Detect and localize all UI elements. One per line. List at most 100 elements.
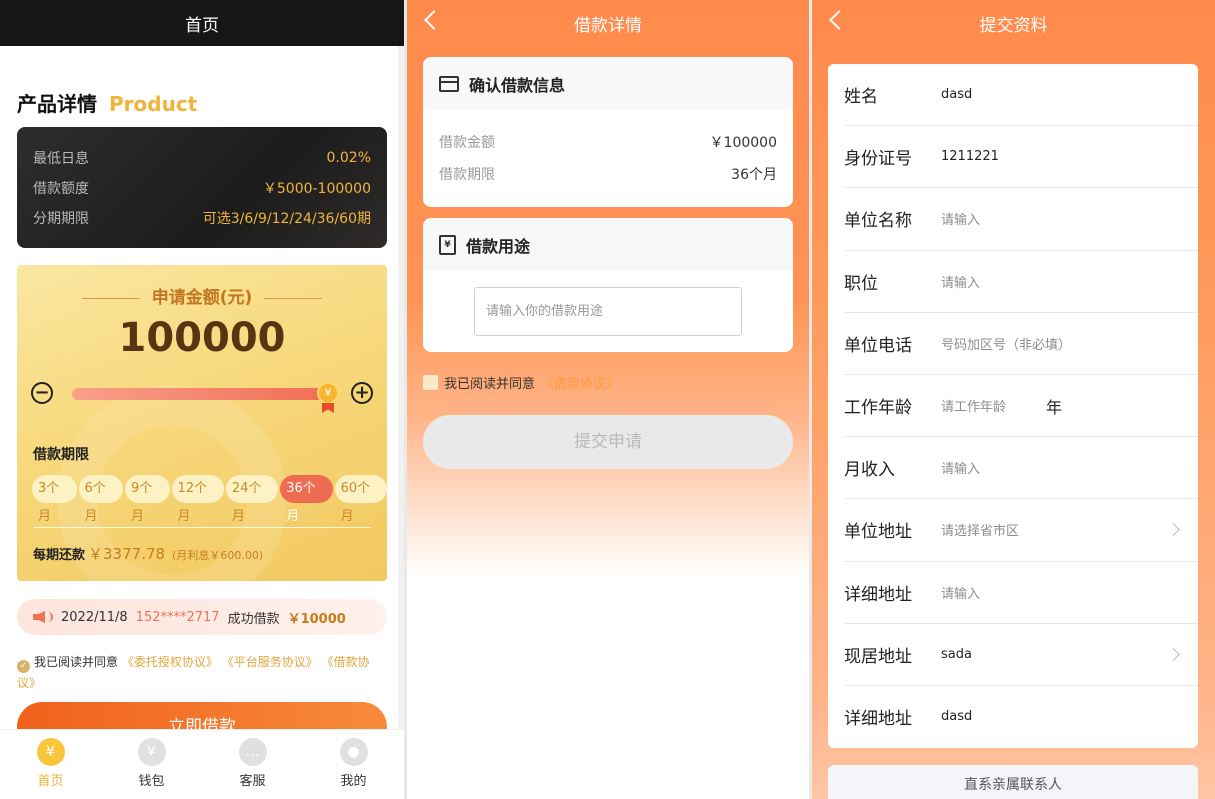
notice-date: 2022/11/8 bbox=[61, 609, 128, 625]
term-option-60[interactable]: 60个月 bbox=[334, 475, 387, 524]
loan-agreement-line: 我已阅读并同意 《借款协议》 bbox=[423, 373, 619, 392]
agreement-checkbox[interactable]: ✓ bbox=[17, 660, 30, 673]
home-coin-icon: ¥ bbox=[36, 738, 65, 766]
back-icon[interactable] bbox=[424, 10, 444, 30]
form-row-id-number[interactable]: 身份证号 1211221 bbox=[844, 126, 1198, 189]
divider bbox=[33, 527, 371, 528]
rate-row: 分期期限 可选3/6/9/12/24/36/60期 bbox=[33, 203, 371, 233]
form-row-company-detail-address[interactable]: 详细地址 请输入 bbox=[844, 562, 1198, 624]
chat-icon: … bbox=[238, 738, 267, 766]
form-row-current-detail-address[interactable]: 详细地址 dasd bbox=[844, 686, 1198, 748]
company-address-input[interactable]: 请选择省市区 bbox=[941, 520, 1019, 539]
submit-application-button[interactable]: 提交申请 bbox=[423, 415, 793, 469]
title-line bbox=[81, 297, 140, 299]
confirm-loan-card: 确认借款信息 借款金额 ￥100000 借款期限 36个月 bbox=[423, 57, 793, 207]
repayment-value: ￥3377.78 bbox=[88, 545, 166, 563]
field-label: 详细地址 bbox=[844, 709, 912, 730]
job-title-input[interactable]: 请输入 bbox=[941, 272, 980, 291]
service-agreement-link[interactable]: 《平台服务协议》 bbox=[222, 655, 318, 669]
amount-slider-knob[interactable]: ¥ bbox=[317, 382, 339, 404]
tab-wallet[interactable]: ¥ 钱包 bbox=[101, 730, 202, 799]
field-label: 单位名称 bbox=[844, 211, 912, 232]
repayment-label: 每期还款 bbox=[33, 548, 86, 563]
loan-purpose-title: 借款用途 bbox=[466, 236, 531, 256]
slider-ribbon-icon bbox=[322, 403, 334, 413]
tab-label: 我的 bbox=[340, 774, 367, 789]
apply-amount-value: 100000 bbox=[118, 315, 286, 361]
current-address-input[interactable]: sada bbox=[941, 647, 972, 662]
family-contact-section-header: 直系亲属联系人 bbox=[828, 765, 1198, 799]
chevron-right-icon bbox=[1167, 523, 1180, 537]
home-screen: 首页 产品详情 Product 最低日息 0.02% 借款额度 ￥5000-10… bbox=[0, 0, 404, 799]
loan-term-row: 借款期限 36个月 bbox=[423, 158, 793, 190]
entrust-agreement-link[interactable]: 《委托授权协议》 bbox=[122, 655, 218, 669]
amount-slider-row: − ¥ + bbox=[31, 381, 373, 413]
rate-label: 最低日息 bbox=[33, 151, 89, 167]
work-years-input[interactable]: 请工作年龄 bbox=[941, 396, 1006, 415]
company-name-input[interactable]: 请输入 bbox=[941, 209, 980, 228]
loan-notice-ticker: 2022/11/8 152****2717 成功借款 ￥10000 bbox=[17, 599, 387, 635]
loan-term-label: 借款期限 bbox=[439, 167, 495, 183]
field-label: 工作年龄 bbox=[844, 398, 912, 419]
back-icon[interactable] bbox=[829, 10, 849, 30]
form-row-monthly-income[interactable]: 月收入 请输入 bbox=[844, 437, 1198, 500]
amount-slider-track[interactable] bbox=[72, 388, 330, 400]
field-label: 姓名 bbox=[844, 87, 878, 108]
field-label: 身份证号 bbox=[844, 149, 912, 170]
submit-info-header: 提交资料 bbox=[812, 0, 1215, 46]
title-line bbox=[264, 297, 323, 299]
decrease-amount-button[interactable]: − bbox=[31, 382, 53, 404]
increase-amount-button[interactable]: + bbox=[351, 382, 373, 404]
tab-home[interactable]: ¥ 首页 bbox=[0, 730, 101, 799]
rate-label: 借款额度 bbox=[33, 181, 89, 197]
product-heading-en: Product bbox=[109, 92, 198, 116]
rate-value: 可选3/6/9/12/24/36/60期 bbox=[202, 211, 371, 227]
loan-detail-header: 借款详情 bbox=[407, 0, 809, 46]
monthly-interest: (月利息￥600.00) bbox=[172, 549, 264, 562]
loan-agreement-checkbox[interactable] bbox=[423, 375, 438, 390]
receipt-icon: ¥ bbox=[439, 234, 456, 255]
chevron-right-icon bbox=[1167, 647, 1180, 661]
term-option-3[interactable]: 3个月 bbox=[32, 475, 77, 524]
monthly-income-input[interactable]: 请输入 bbox=[941, 458, 980, 477]
current-detail-address-input[interactable]: dasd bbox=[941, 709, 972, 724]
loan-agreement-text: 我已阅读并同意 bbox=[444, 377, 536, 392]
term-option-12[interactable]: 12个月 bbox=[171, 475, 224, 524]
apply-amount-card: 申请金额(元) 100000 − ¥ + 借款期限 3个月 6个月 9个月 12… bbox=[17, 265, 387, 581]
company-detail-address-input[interactable]: 请输入 bbox=[941, 583, 980, 602]
term-option-6[interactable]: 6个月 bbox=[78, 475, 124, 524]
wallet-icon: ¥ bbox=[137, 738, 166, 766]
home-header: 首页 bbox=[0, 0, 404, 46]
form-row-work-years[interactable]: 工作年龄 请工作年龄 年 bbox=[844, 375, 1198, 438]
tab-label: 首页 bbox=[37, 774, 64, 789]
form-row-name[interactable]: 姓名 dasd bbox=[844, 64, 1198, 127]
loan-amount-row: 借款金额 ￥100000 bbox=[423, 126, 793, 158]
loan-agreement-link[interactable]: 《借款协议》 bbox=[541, 373, 619, 392]
scrollbar[interactable] bbox=[398, 46, 404, 729]
form-row-company-phone[interactable]: 单位电话 号码加区号（非必填） bbox=[844, 313, 1198, 375]
term-option-9[interactable]: 9个月 bbox=[125, 475, 170, 524]
loan-amount-label: 借款金额 bbox=[439, 135, 495, 151]
id-number-input[interactable]: 1211221 bbox=[941, 149, 999, 164]
term-option-36[interactable]: 36个月 bbox=[280, 475, 333, 524]
loan-purpose-card: ¥ 借款用途 bbox=[423, 218, 793, 352]
name-input[interactable]: dasd bbox=[941, 87, 972, 102]
submit-info-title: 提交资料 bbox=[979, 15, 1048, 36]
loan-amount-value: ￥100000 bbox=[709, 135, 777, 151]
speaker-icon bbox=[33, 609, 53, 625]
tab-profile[interactable]: ● 我的 bbox=[303, 730, 404, 799]
term-option-24[interactable]: 24个月 bbox=[225, 475, 279, 524]
apply-title: 申请金额(元) bbox=[17, 283, 387, 308]
form-row-job-title[interactable]: 职位 请输入 bbox=[844, 251, 1198, 313]
home-header-title: 首页 bbox=[185, 15, 219, 36]
bottom-tab-bar: ¥ 首页 ¥ 钱包 … 客服 ● 我的 bbox=[0, 729, 404, 799]
rate-row: 借款额度 ￥5000-100000 bbox=[33, 173, 371, 203]
form-row-current-address[interactable]: 现居地址 sada bbox=[844, 624, 1198, 686]
tab-service[interactable]: … 客服 bbox=[202, 730, 303, 799]
form-row-company-address[interactable]: 单位地址 请选择省市区 bbox=[844, 499, 1198, 562]
personal-info-form: 姓名 dasd 身份证号 1211221 单位名称 请输入 职位 请输入 单位电话 号码加区号（非… bbox=[828, 64, 1198, 748]
loan-purpose-input[interactable] bbox=[474, 287, 742, 336]
form-row-company-name[interactable]: 单位名称 请输入 bbox=[844, 188, 1198, 251]
folder-icon bbox=[439, 75, 459, 92]
company-phone-input[interactable]: 号码加区号（非必填） bbox=[941, 334, 1071, 353]
